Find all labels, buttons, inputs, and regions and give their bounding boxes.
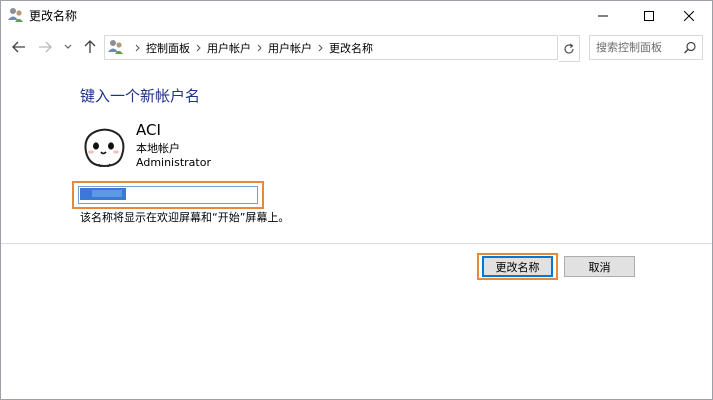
cartoon-avatar-icon <box>84 128 125 168</box>
minimize-icon <box>598 15 608 17</box>
name-hint-text: 该名称将显示在欢迎屏幕和“开始”屏幕上。 <box>80 211 290 224</box>
minimize-button[interactable] <box>580 1 626 31</box>
window-title: 更改名称 <box>29 9 78 23</box>
breadcrumb-item-change-name[interactable]: 更改名称 <box>329 40 373 56</box>
chevron-right-icon[interactable] <box>318 44 323 52</box>
breadcrumb-item-user-accounts[interactable]: 用户帐户 <box>207 40 251 56</box>
arrow-right-icon <box>39 41 52 53</box>
search-input[interactable] <box>596 38 676 56</box>
navigation-bar: 控制面板 用户帐户 用户帐户 更改名称 <box>1 31 712 63</box>
cancel-button[interactable]: 取消 <box>564 256 635 277</box>
close-button[interactable] <box>666 1 712 31</box>
chevron-right-icon <box>135 44 140 52</box>
title-bar: 更改名称 <box>1 1 712 31</box>
up-button[interactable] <box>81 38 99 56</box>
page-title: 键入一个新帐户名 <box>80 87 201 105</box>
close-icon <box>684 11 694 21</box>
users-control-panel-icon <box>7 7 25 23</box>
rename-account-window: 更改名称 控制面板 用户帐户 用户帐户 更改名称 搜索控制面板 键入一个新帐户名… <box>0 0 713 400</box>
back-button[interactable] <box>10 38 28 56</box>
search-icon[interactable] <box>683 40 697 54</box>
arrow-up-icon <box>84 40 96 53</box>
avatar <box>79 122 127 170</box>
change-name-button[interactable]: 更改名称 <box>482 256 553 277</box>
breadcrumb: 控制面板 用户帐户 用户帐户 更改名称 <box>129 36 373 59</box>
new-account-name-selection <box>78 186 258 204</box>
arrow-left-icon <box>12 41 25 53</box>
chevron-right-icon[interactable] <box>257 44 262 52</box>
chevron-down-icon <box>64 44 72 49</box>
account-type: 本地帐户 <box>136 142 180 155</box>
breadcrumb-item-user-accounts-sub[interactable]: 用户帐户 <box>268 40 312 56</box>
breadcrumb-item-control-panel[interactable]: 控制面板 <box>146 40 190 56</box>
recent-locations-button[interactable] <box>62 38 74 56</box>
selected-text-blur <box>92 190 122 197</box>
account-role: Administrator <box>136 156 211 169</box>
divider <box>1 243 712 244</box>
search-box <box>589 35 703 60</box>
chevron-right-icon[interactable] <box>196 44 201 52</box>
refresh-button[interactable] <box>559 35 580 62</box>
forward-button[interactable] <box>36 38 54 56</box>
account-name: ACI <box>136 121 161 139</box>
refresh-icon <box>564 43 574 54</box>
maximize-icon <box>644 11 654 21</box>
address-bar[interactable]: 控制面板 用户帐户 用户帐户 更改名称 <box>104 35 653 60</box>
users-control-panel-icon <box>107 39 125 55</box>
